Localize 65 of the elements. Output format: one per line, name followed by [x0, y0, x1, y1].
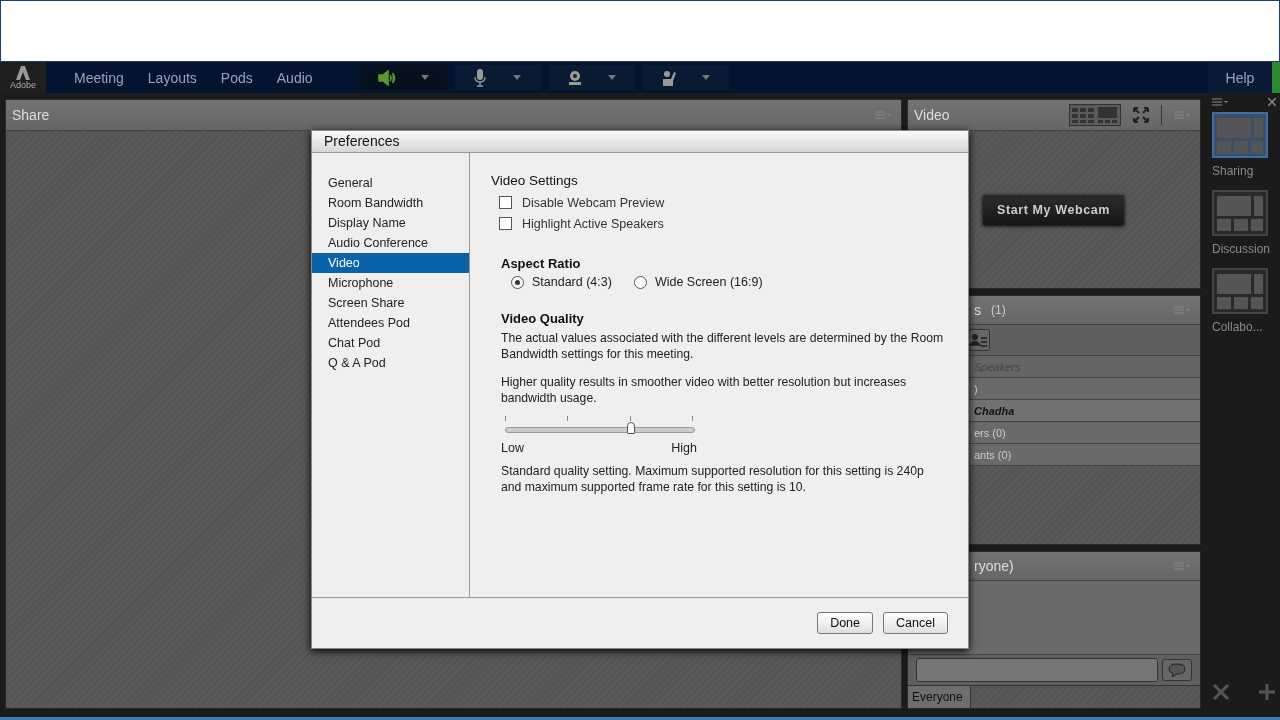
send-button[interactable] — [1162, 659, 1192, 681]
fullscreen-icon[interactable] — [1133, 107, 1149, 123]
caret-icon[interactable] — [513, 75, 522, 80]
pod-title: s — [974, 302, 981, 318]
checkbox[interactable] — [499, 196, 512, 209]
radio-label: Standard (4:3) — [532, 275, 612, 289]
category-item[interactable]: Display Name — [312, 213, 469, 233]
status-indicator — [1272, 62, 1280, 93]
description-text: Standard quality setting. Maximum supported resolution for this setting is 240p and maximum supported frame rate for this setting is 10. — [501, 463, 925, 495]
category-item[interactable]: Q & A Pod — [312, 353, 469, 373]
adobe-logo[interactable]: Adobe — [0, 62, 46, 93]
help-menu[interactable]: Help — [1208, 62, 1272, 93]
menu-icon[interactable] — [1212, 98, 1228, 106]
webcam-icon[interactable] — [567, 69, 584, 86]
category-item[interactable]: Attendees Pod — [312, 313, 469, 333]
menu-item[interactable]: Pods — [208, 62, 265, 93]
dialog-title: Preferences — [312, 131, 968, 153]
caret-icon[interactable] — [608, 75, 617, 80]
layout-thumbnail[interactable] — [1212, 268, 1268, 314]
layout-thumbnail[interactable] — [1212, 112, 1268, 158]
section-title: Video Quality — [501, 311, 585, 326]
category-item[interactable]: Room Bandwidth — [312, 193, 469, 213]
microphone-icon[interactable] — [474, 68, 487, 87]
description-text: Higher quality results in smoother video with better resolution but increases bandwidth usage. — [501, 374, 908, 406]
radio-label: Wide Screen (16:9) — [654, 275, 763, 289]
caret-icon[interactable] — [421, 75, 430, 80]
checkbox-label: Highlight Active Speakers — [522, 216, 664, 231]
caret-icon[interactable] — [702, 75, 711, 80]
chat-input-field[interactable] — [916, 658, 1158, 682]
attendee-list-icon[interactable] — [968, 329, 990, 351]
slider-label: High — [671, 441, 697, 455]
pod-title: Share — [12, 107, 50, 123]
start-webcam-button[interactable]: Start My Webcam — [983, 195, 1124, 225]
logo-icon — [16, 65, 30, 80]
radio-button[interactable] — [511, 275, 524, 289]
checkbox-label: Disable Webcam Preview — [522, 195, 665, 210]
slider-label: Low — [501, 441, 524, 455]
raised-hand-icon[interactable] — [661, 69, 678, 86]
pod-title: ryone) — [974, 558, 1014, 574]
add-icon[interactable] — [1258, 683, 1276, 701]
recipient-tab[interactable]: Everyone — [908, 686, 971, 708]
pod-title: Video — [914, 107, 950, 123]
category-item[interactable]: Chat Pod — [312, 333, 469, 353]
checkbox[interactable] — [499, 217, 512, 230]
dialog-button[interactable]: Cancel — [883, 612, 948, 634]
section-title: Video Settings — [491, 173, 579, 188]
close-icon[interactable] — [1268, 98, 1276, 106]
category-item[interactable]: Microphone — [312, 273, 469, 293]
slider-thumb[interactable] — [627, 422, 636, 434]
dialog-button[interactable]: Done — [817, 612, 874, 634]
speech-bubble-icon — [1168, 663, 1186, 677]
layout-label: Sharing — [1212, 164, 1254, 178]
layout-thumbnail[interactable] — [1212, 190, 1268, 236]
layout-label: Collabo... — [1212, 320, 1263, 334]
category-item[interactable]: Video — [312, 253, 469, 273]
layout-label: Discussion — [1212, 242, 1271, 256]
category-item[interactable]: Screen Share — [312, 293, 469, 313]
section-title: Aspect Ratio — [501, 256, 582, 271]
category-item[interactable]: Audio Conference — [312, 233, 469, 253]
attendee-count: (1) — [991, 303, 1006, 317]
menu-item[interactable]: Audio — [264, 62, 325, 93]
category-item[interactable]: General — [312, 173, 469, 193]
menu-item[interactable]: Meeting — [62, 62, 136, 93]
radio-button[interactable] — [633, 275, 647, 289]
menu-item[interactable]: Layouts — [135, 62, 209, 93]
